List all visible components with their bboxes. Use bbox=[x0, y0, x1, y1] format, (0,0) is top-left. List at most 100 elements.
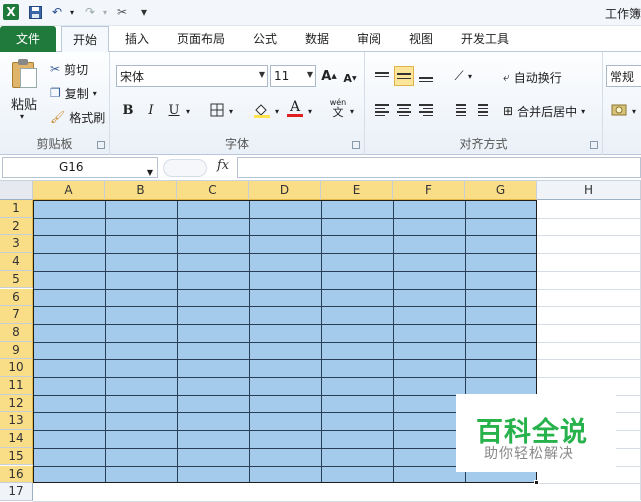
row-header[interactable]: 4 bbox=[0, 253, 33, 271]
customize-tool-icon[interactable]: ✂ bbox=[113, 4, 131, 20]
column-header[interactable]: E bbox=[321, 181, 393, 200]
paste-button[interactable]: 粘贴 bbox=[11, 94, 37, 113]
orientation-dropdown-icon[interactable]: ▾ bbox=[466, 66, 474, 86]
fill-handle[interactable] bbox=[534, 480, 539, 486]
tab-file[interactable]: 文件 bbox=[0, 26, 56, 52]
chevron-down-icon: ▼ bbox=[306, 70, 313, 79]
formula-bar-toggle[interactable] bbox=[163, 159, 207, 177]
copy-button[interactable]: ❐ 复制 ▾ bbox=[50, 83, 97, 103]
align-top-icon[interactable] bbox=[372, 66, 392, 86]
redo-icon[interactable]: ↷ bbox=[83, 4, 97, 20]
merge-center-button[interactable]: ⊞ 合并后居中 ▾ bbox=[503, 101, 585, 121]
row-header[interactable]: 15 bbox=[0, 447, 33, 466]
shrink-font-icon[interactable]: A ▼ bbox=[342, 68, 358, 88]
name-box[interactable]: G16 ▼ bbox=[2, 157, 158, 178]
row-header[interactable]: 3 bbox=[0, 235, 33, 254]
align-right-icon[interactable] bbox=[416, 100, 436, 120]
ribbon-tabs: 文件 开始 插入 页面布局 公式 数据 审阅 视图 开发工具 bbox=[0, 26, 641, 53]
font-size-combo[interactable]: 11 ▼ bbox=[270, 65, 316, 87]
phonetic-guide-icon[interactable]: wén 文 bbox=[328, 98, 348, 118]
increase-indent-icon[interactable] bbox=[471, 100, 491, 120]
underline-button[interactable]: U bbox=[166, 100, 182, 120]
row-header[interactable]: 10 bbox=[0, 359, 33, 377]
cut-button[interactable]: ✂ 剪切 bbox=[50, 59, 88, 79]
row-header[interactable]: 16 bbox=[0, 465, 33, 484]
format-painter-button[interactable]: 🖌 格式刷 bbox=[50, 107, 105, 127]
cell-border bbox=[34, 377, 536, 378]
select-all-corner[interactable] bbox=[0, 181, 33, 200]
paste-icon[interactable] bbox=[10, 58, 40, 90]
row-header[interactable]: 2 bbox=[0, 217, 33, 236]
phonetic-dropdown-icon[interactable]: ▾ bbox=[348, 101, 356, 121]
underline-dropdown-icon[interactable]: ▾ bbox=[184, 101, 192, 121]
row-header[interactable]: 17 bbox=[0, 483, 33, 501]
copy-dropdown-icon[interactable]: ▾ bbox=[93, 89, 97, 98]
column-header[interactable]: B bbox=[105, 181, 177, 200]
save-icon[interactable] bbox=[28, 4, 42, 20]
chevron-down-icon: ▼ bbox=[146, 168, 153, 177]
borders-icon[interactable] bbox=[208, 100, 226, 120]
column-header[interactable]: F bbox=[393, 181, 465, 200]
row-header[interactable]: 8 bbox=[0, 323, 33, 342]
currency-dropdown-icon[interactable]: ▾ bbox=[630, 101, 638, 121]
column-header[interactable]: H bbox=[537, 181, 641, 200]
fill-color-icon[interactable] bbox=[252, 100, 272, 120]
undo-dropdown-icon[interactable]: ▾ bbox=[68, 4, 76, 20]
row-header[interactable]: 1 bbox=[0, 200, 33, 218]
alignment-launcher-icon[interactable] bbox=[590, 141, 598, 149]
tab-view[interactable]: 视图 bbox=[402, 26, 440, 52]
tab-formulas[interactable]: 公式 bbox=[246, 26, 284, 52]
wrap-text-button[interactable]: ⤶ 自动换行 bbox=[503, 67, 562, 87]
column-header[interactable]: D bbox=[249, 181, 321, 200]
merge-dropdown-icon[interactable]: ▾ bbox=[581, 107, 585, 116]
bold-button[interactable]: B bbox=[120, 100, 136, 120]
row-header[interactable]: 12 bbox=[0, 394, 33, 413]
italic-button[interactable]: I bbox=[143, 100, 159, 120]
cell-border bbox=[34, 288, 536, 290]
align-left-icon[interactable] bbox=[372, 100, 392, 120]
tab-page-layout[interactable]: 页面布局 bbox=[170, 26, 232, 52]
align-center-icon[interactable] bbox=[394, 100, 414, 120]
grow-font-icon[interactable]: A ▲ bbox=[320, 66, 338, 86]
column-header[interactable]: G bbox=[465, 181, 537, 200]
number-format-combo[interactable]: 常规 bbox=[606, 65, 641, 87]
column-header[interactable]: C bbox=[177, 181, 249, 200]
quick-access-toolbar: X ↶ ▾ ↷ ▾ ✂ ▾ 工作簿 bbox=[0, 0, 641, 26]
row-header[interactable]: 7 bbox=[0, 306, 33, 324]
gridline bbox=[537, 253, 641, 255]
tab-data[interactable]: 数据 bbox=[298, 26, 336, 52]
customize-qat-icon[interactable]: ▾ bbox=[139, 4, 149, 20]
redo-dropdown-icon[interactable]: ▾ bbox=[101, 4, 109, 20]
undo-icon[interactable]: ↶ bbox=[50, 4, 64, 20]
paste-dropdown-icon[interactable]: ▾ bbox=[20, 112, 24, 121]
row-header[interactable]: 14 bbox=[0, 430, 33, 448]
align-middle-icon[interactable] bbox=[394, 66, 414, 86]
gridline bbox=[537, 483, 641, 485]
format-painter-label: 格式刷 bbox=[69, 110, 106, 125]
row-header[interactable]: 13 bbox=[0, 412, 33, 431]
font-color-icon[interactable]: A bbox=[286, 98, 304, 118]
tab-home[interactable]: 开始 bbox=[61, 26, 109, 53]
formula-input[interactable] bbox=[237, 157, 641, 178]
row-header[interactable]: 5 bbox=[0, 270, 33, 289]
font-launcher-icon[interactable] bbox=[352, 141, 360, 149]
insert-function-icon[interactable]: fx bbox=[217, 158, 229, 173]
tab-developer[interactable]: 开发工具 bbox=[454, 26, 516, 52]
currency-icon[interactable] bbox=[609, 100, 629, 120]
fill-color-dropdown-icon[interactable]: ▾ bbox=[273, 101, 281, 121]
tab-review[interactable]: 审阅 bbox=[350, 26, 388, 52]
font-color-dropdown-icon[interactable]: ▾ bbox=[306, 101, 314, 121]
cell-border bbox=[34, 323, 536, 325]
cell-border bbox=[34, 359, 536, 361]
row-header[interactable]: 9 bbox=[0, 341, 33, 360]
decrease-indent-icon[interactable] bbox=[449, 100, 469, 120]
clipboard-launcher-icon[interactable] bbox=[97, 141, 105, 149]
row-header[interactable]: 11 bbox=[0, 377, 33, 395]
align-bottom-icon[interactable] bbox=[416, 66, 436, 86]
gridline bbox=[537, 377, 641, 378]
column-header[interactable]: A bbox=[33, 181, 105, 200]
font-name-combo[interactable]: 宋体 ▼ bbox=[116, 65, 268, 87]
borders-dropdown-icon[interactable]: ▾ bbox=[227, 101, 235, 121]
row-header[interactable]: 6 bbox=[0, 288, 33, 307]
tab-insert[interactable]: 插入 bbox=[118, 26, 156, 52]
